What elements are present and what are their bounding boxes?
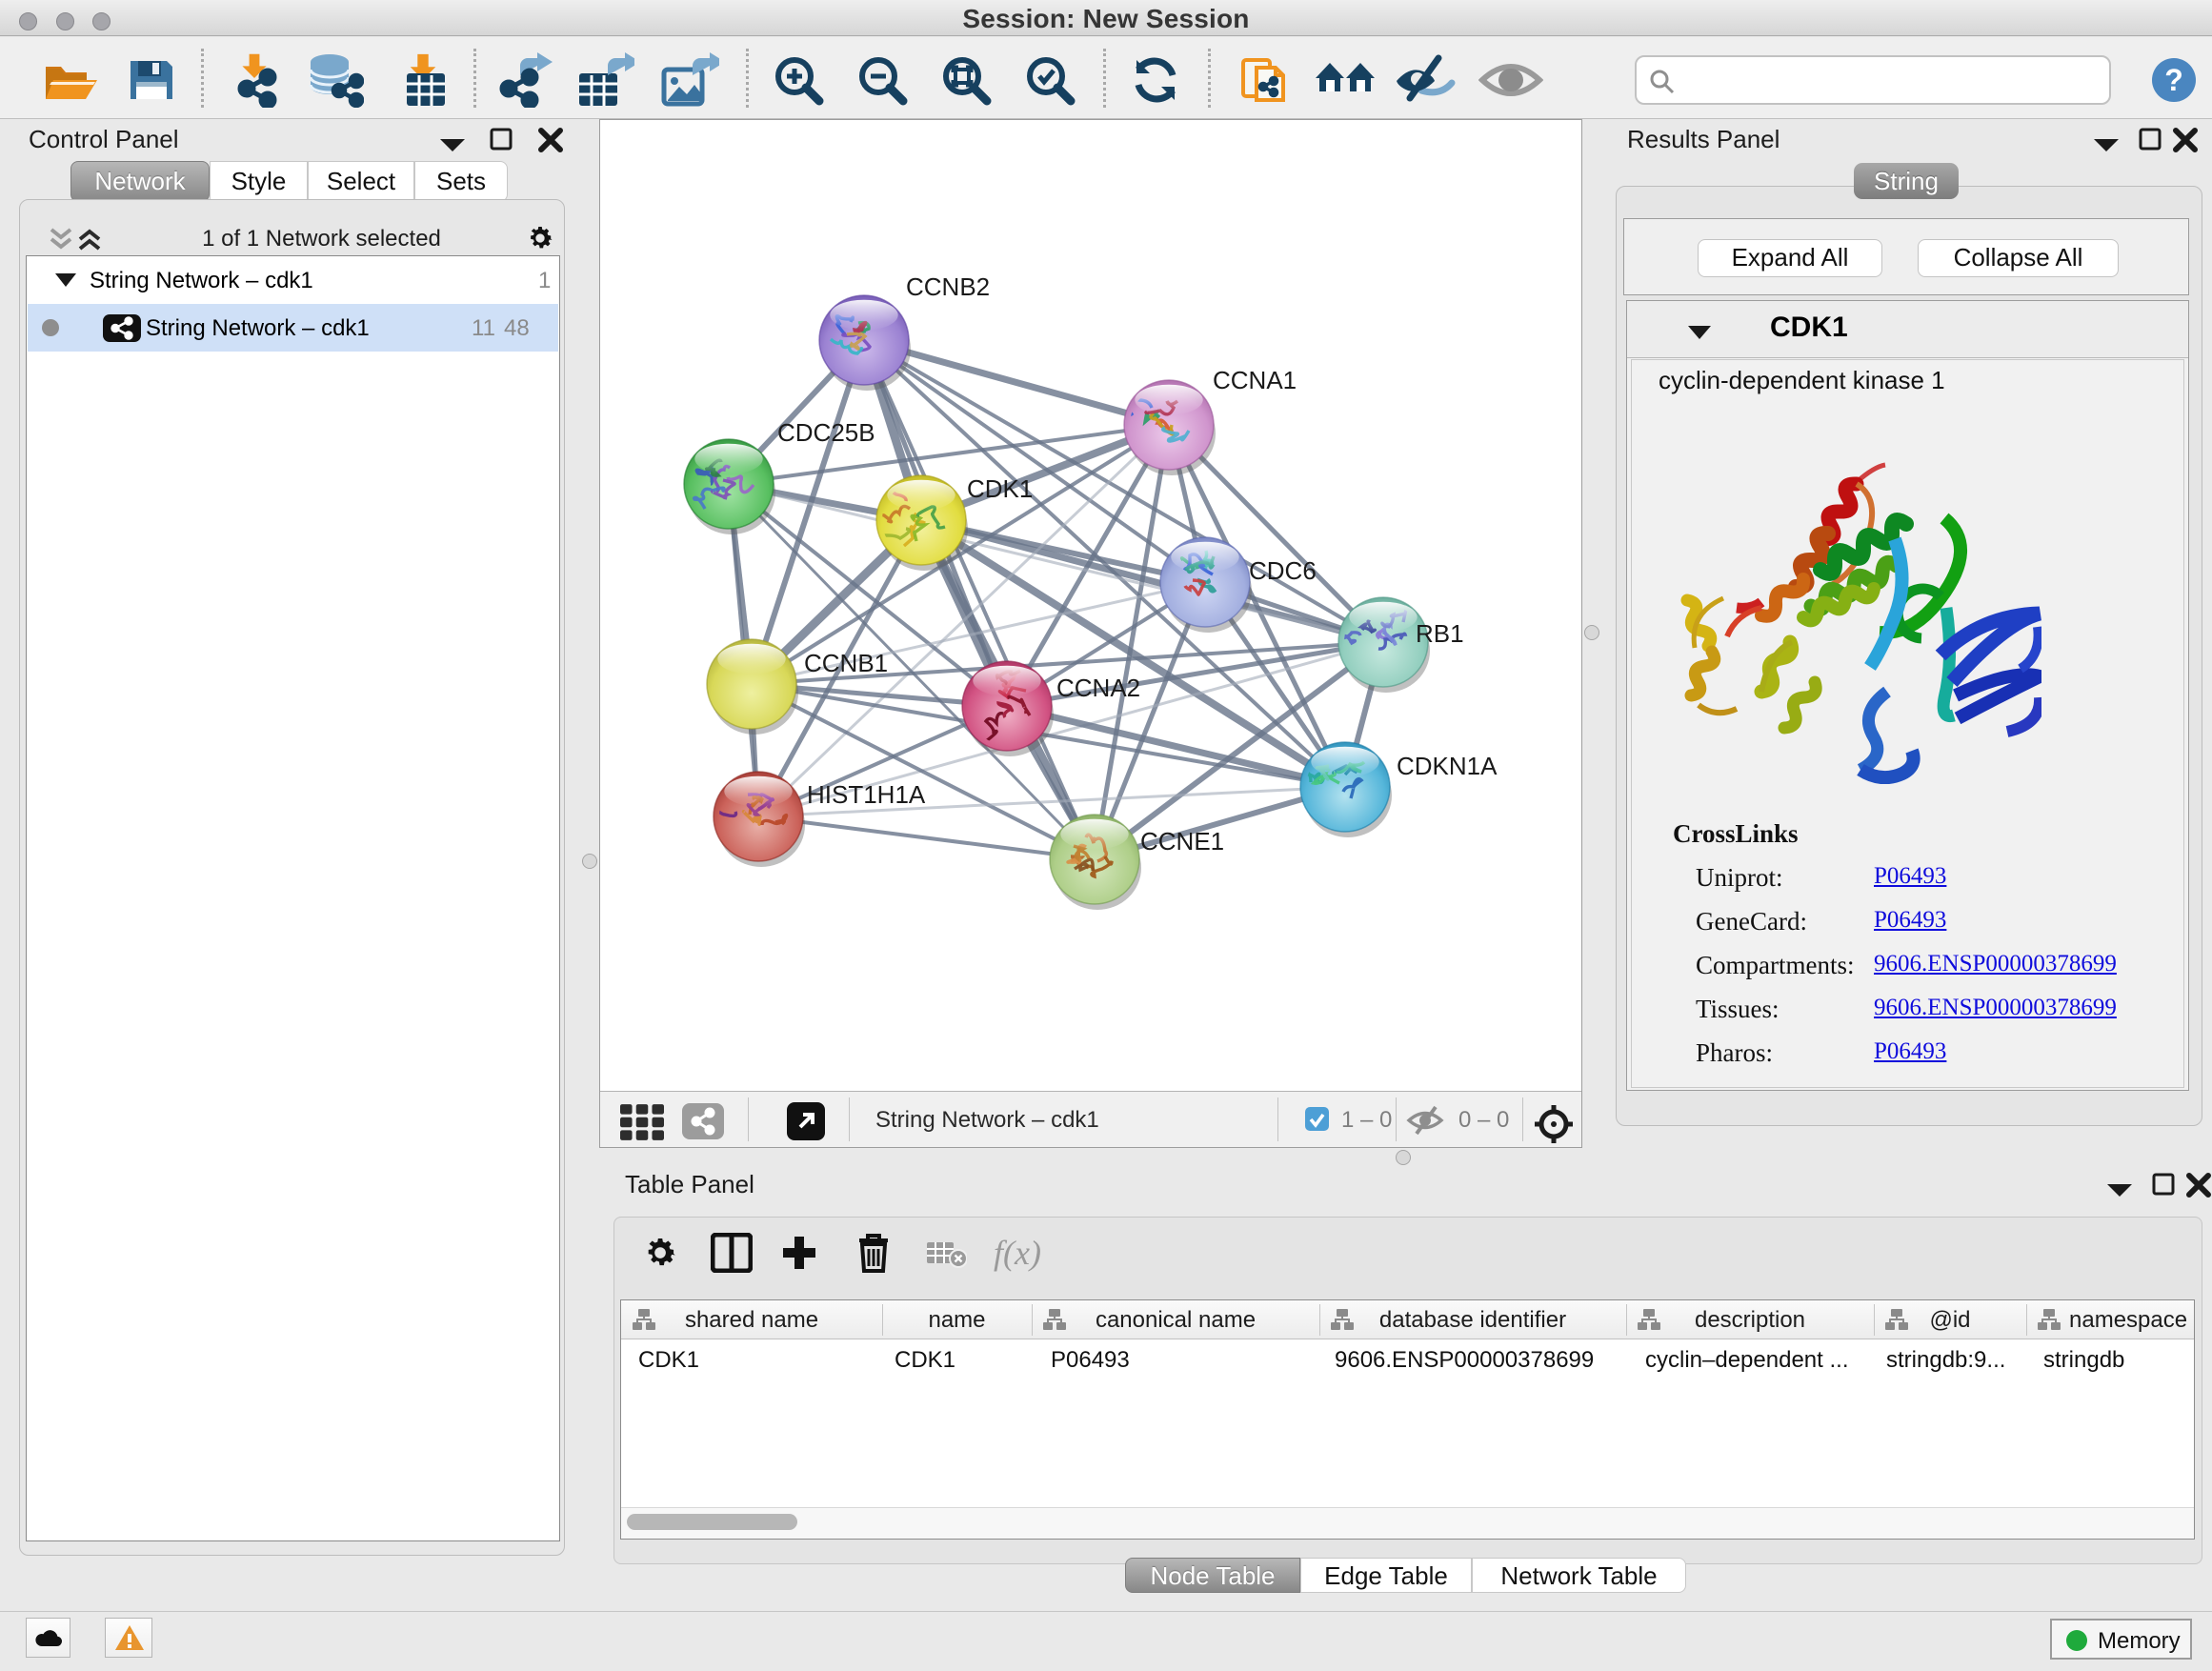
svg-text:HIST1H1A: HIST1H1A [807, 780, 926, 809]
svg-text:CDK1: CDK1 [967, 474, 1033, 503]
svg-text:CCNE1: CCNE1 [1140, 827, 1224, 856]
svg-text:CDKN1A: CDKN1A [1397, 752, 1498, 780]
svg-text:?: ? [2164, 63, 2183, 97]
svg-text:CCNB2: CCNB2 [906, 272, 990, 301]
svg-text:CCNA1: CCNA1 [1213, 366, 1297, 394]
svg-text:RB1: RB1 [1416, 619, 1464, 648]
svg-text:CDC6: CDC6 [1249, 556, 1317, 585]
svg-text:CCNA2: CCNA2 [1056, 674, 1140, 702]
svg-text:CDC25B: CDC25B [777, 418, 875, 447]
svg-text:CCNB1: CCNB1 [804, 649, 888, 677]
